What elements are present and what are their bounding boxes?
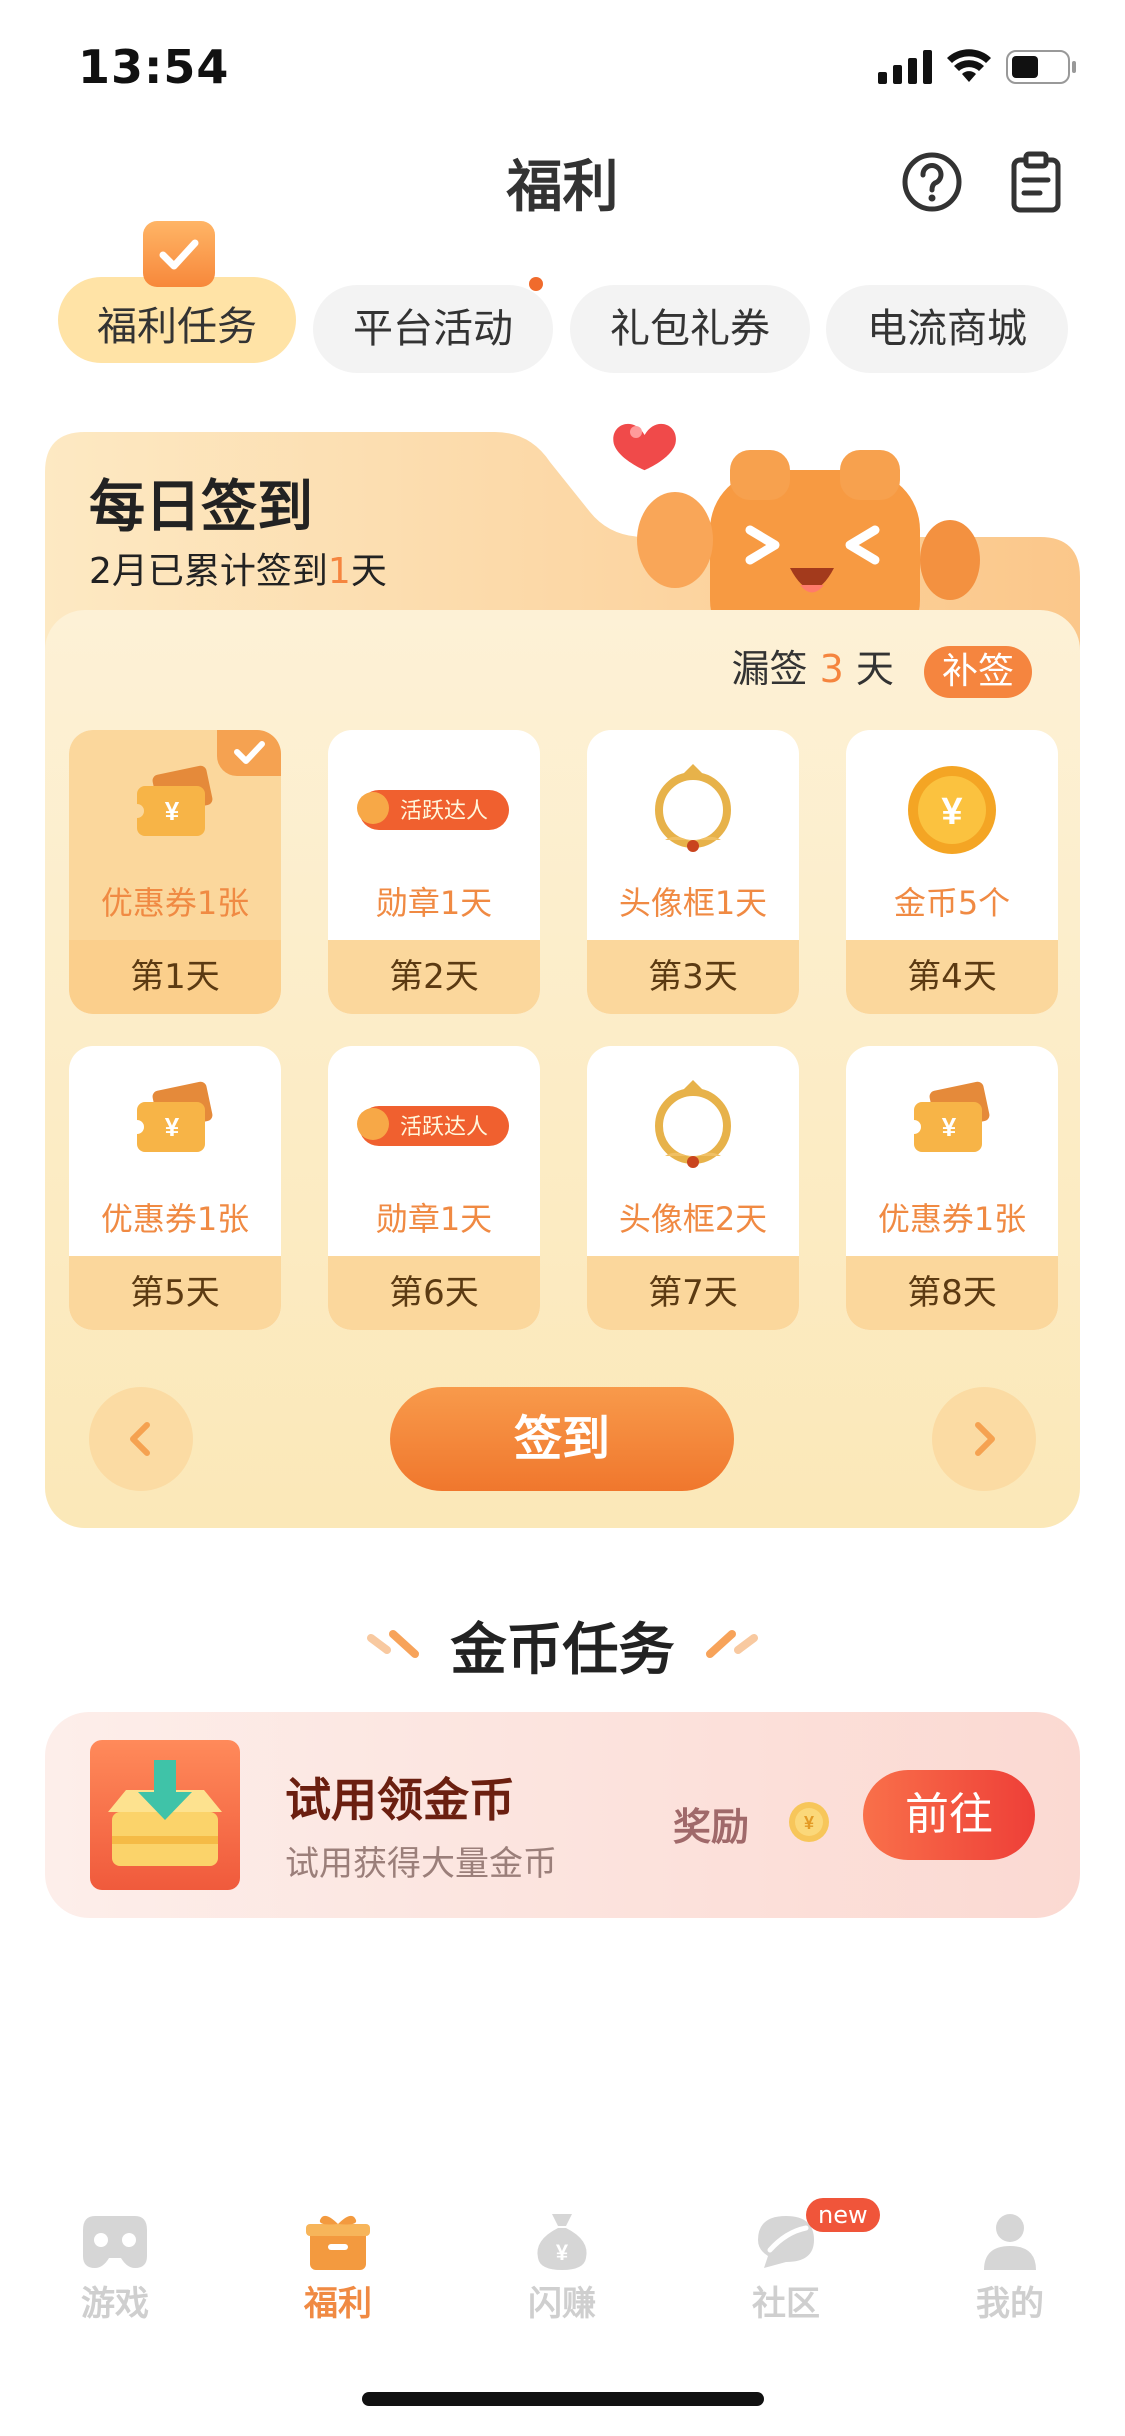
day-number: 第4天 — [846, 940, 1058, 1014]
badge-text: 活跃达人 — [400, 799, 488, 824]
nav-label: 闪赚 — [528, 2284, 596, 2324]
tab-welfare-tasks[interactable]: 福利任务 — [58, 221, 296, 363]
svg-text:¥: ¥ — [165, 796, 180, 826]
nav-label: 社区 — [752, 2284, 820, 2324]
day-card[interactable]: 头像框1天 第3天 — [587, 730, 799, 1014]
svg-text:¥: ¥ — [165, 1112, 180, 1142]
day-number: 第8天 — [846, 1256, 1058, 1330]
day-card[interactable]: ¥ 金币5个 第4天 — [846, 730, 1058, 1014]
decoration-left-icon — [367, 1629, 420, 1658]
gift-box-download-icon — [90, 1740, 240, 1890]
day-card[interactable]: ¥ 优惠券1张 第1天 — [69, 730, 281, 1014]
check-badge-icon — [143, 221, 215, 287]
prev-week-button[interactable] — [89, 1387, 193, 1491]
home-indicator — [362, 2392, 764, 2406]
avatar-frame-icon — [655, 1080, 731, 1168]
missed-suffix: 天 — [855, 647, 894, 691]
task-title: 试用领金币 — [285, 1773, 515, 1827]
help-circle-icon[interactable] — [900, 150, 964, 214]
gamepad-icon — [83, 2216, 147, 2268]
summary-prefix: 2月已累计签到 — [89, 551, 328, 592]
chevron-right-icon — [975, 1422, 995, 1456]
gold-coin-icon: ¥ — [908, 766, 996, 854]
bottom-nav: 游戏 福利 ¥ 闪赚 new 社区 我的 — [0, 2198, 1125, 2340]
notification-dot — [529, 277, 543, 291]
coin-tasks-header: 金币任务 — [0, 1605, 1125, 1686]
signin-button[interactable]: 签到 — [390, 1387, 734, 1491]
summary-count: 1 — [327, 551, 351, 592]
tab-current-mall[interactable]: 电流商城 — [826, 285, 1068, 373]
coupon-icon: ¥ — [907, 1081, 990, 1152]
user-icon — [984, 2214, 1036, 2270]
tab-label: 电流商城 — [867, 306, 1027, 352]
clipboard-icon[interactable] — [1004, 150, 1068, 214]
coin-tasks-title: 金币任务 — [450, 1618, 675, 1683]
status-time: 13:54 — [78, 40, 230, 94]
nav-label: 我的 — [976, 2284, 1044, 2324]
battery-icon — [1006, 50, 1076, 84]
day-card[interactable]: ¥ 优惠券1张 第8天 — [846, 1046, 1058, 1330]
day-card[interactable]: ¥ 优惠券1张 第5天 — [69, 1046, 281, 1330]
task-card-trial[interactable]: 试用领金币 试用获得大量金币 奖励 ¥ 前往 — [45, 1712, 1080, 1918]
daily-signin-card: 每日签到 2月已累计签到1天 漏签 3 天 补签 ¥ 优惠券1张 第1天 活跃达… — [45, 423, 1080, 1528]
next-week-button[interactable] — [932, 1387, 1036, 1491]
tab-platform-activities[interactable]: 平台活动 — [313, 277, 553, 373]
signin-summary: 2月已累计签到1天 — [89, 542, 387, 594]
day-card[interactable]: 头像框2天 第7天 — [587, 1046, 799, 1330]
day-number: 第2天 — [328, 940, 540, 1014]
tab-label: 礼包礼券 — [610, 306, 770, 352]
task-reward-label: 奖励 — [673, 1805, 750, 1849]
day-reward: 勋章1天 — [375, 884, 493, 922]
medal-badge-icon: 活跃达人 — [357, 1106, 509, 1146]
status-bar: 13:54 — [0, 0, 1125, 130]
day-reward: 头像框2天 — [618, 1200, 768, 1238]
new-badge: new — [806, 2198, 880, 2232]
day-reward: 金币5个 — [893, 884, 1011, 922]
task-go-button[interactable]: 前往 — [863, 1770, 1035, 1860]
signin-title: 每日签到 — [89, 475, 313, 540]
coupon-icon: ¥ — [130, 765, 213, 836]
mascot-illustration — [613, 423, 980, 640]
summary-suffix: 天 — [350, 551, 387, 592]
money-bag-icon: ¥ — [537, 2214, 587, 2270]
missed-prefix: 漏签 — [731, 647, 808, 691]
wifi-icon — [947, 49, 991, 82]
day-reward: 优惠券1张 — [877, 1200, 1027, 1238]
day-reward: 勋章1天 — [375, 1200, 493, 1238]
day-number: 第5天 — [69, 1256, 281, 1330]
day-number: 第6天 — [328, 1256, 540, 1330]
missed-count: 3 — [819, 647, 844, 691]
coin-icon: ¥ — [789, 1802, 829, 1842]
medal-badge-icon: 活跃达人 — [357, 790, 509, 830]
chevron-left-icon — [130, 1422, 150, 1456]
day-card[interactable]: 活跃达人 勋章1天 第2天 — [328, 730, 540, 1014]
svg-text:¥: ¥ — [941, 791, 962, 833]
svg-text:¥: ¥ — [804, 1813, 814, 1833]
decoration-right-icon — [705, 1629, 758, 1658]
avatar-frame-icon — [655, 764, 731, 852]
coupon-icon: ¥ — [130, 1081, 213, 1152]
tab-label: 福利任务 — [97, 304, 257, 350]
tab-bar: 福利任务 平台活动 礼包礼券 电流商城 — [58, 221, 1068, 375]
day-number: 第1天 — [69, 940, 281, 1014]
day-number: 第3天 — [587, 940, 799, 1014]
badge-text: 活跃达人 — [400, 1115, 488, 1140]
signal-icon — [878, 50, 932, 84]
missed-days: 漏签 3 天 补签 — [731, 638, 1032, 698]
day-card[interactable]: 活跃达人 勋章1天 第6天 — [328, 1046, 540, 1330]
svg-text:¥: ¥ — [556, 2240, 569, 2265]
day-reward: 优惠券1张 — [100, 1200, 250, 1238]
makeup-signin-button[interactable]: 补签 — [923, 645, 1032, 698]
day-reward: 优惠券1张 — [100, 884, 250, 922]
svg-text:¥: ¥ — [942, 1112, 957, 1142]
nav-label: 福利 — [304, 2284, 372, 2324]
gift-icon — [306, 2215, 370, 2270]
checked-corner-icon — [217, 730, 281, 776]
nav-label: 游戏 — [81, 2284, 149, 2324]
day-reward: 头像框1天 — [618, 884, 768, 922]
tab-label: 平台活动 — [353, 306, 513, 352]
day-number: 第7天 — [587, 1256, 799, 1330]
task-description: 试用获得大量金币 — [285, 1844, 557, 1884]
tab-gift-packs[interactable]: 礼包礼券 — [570, 285, 810, 373]
